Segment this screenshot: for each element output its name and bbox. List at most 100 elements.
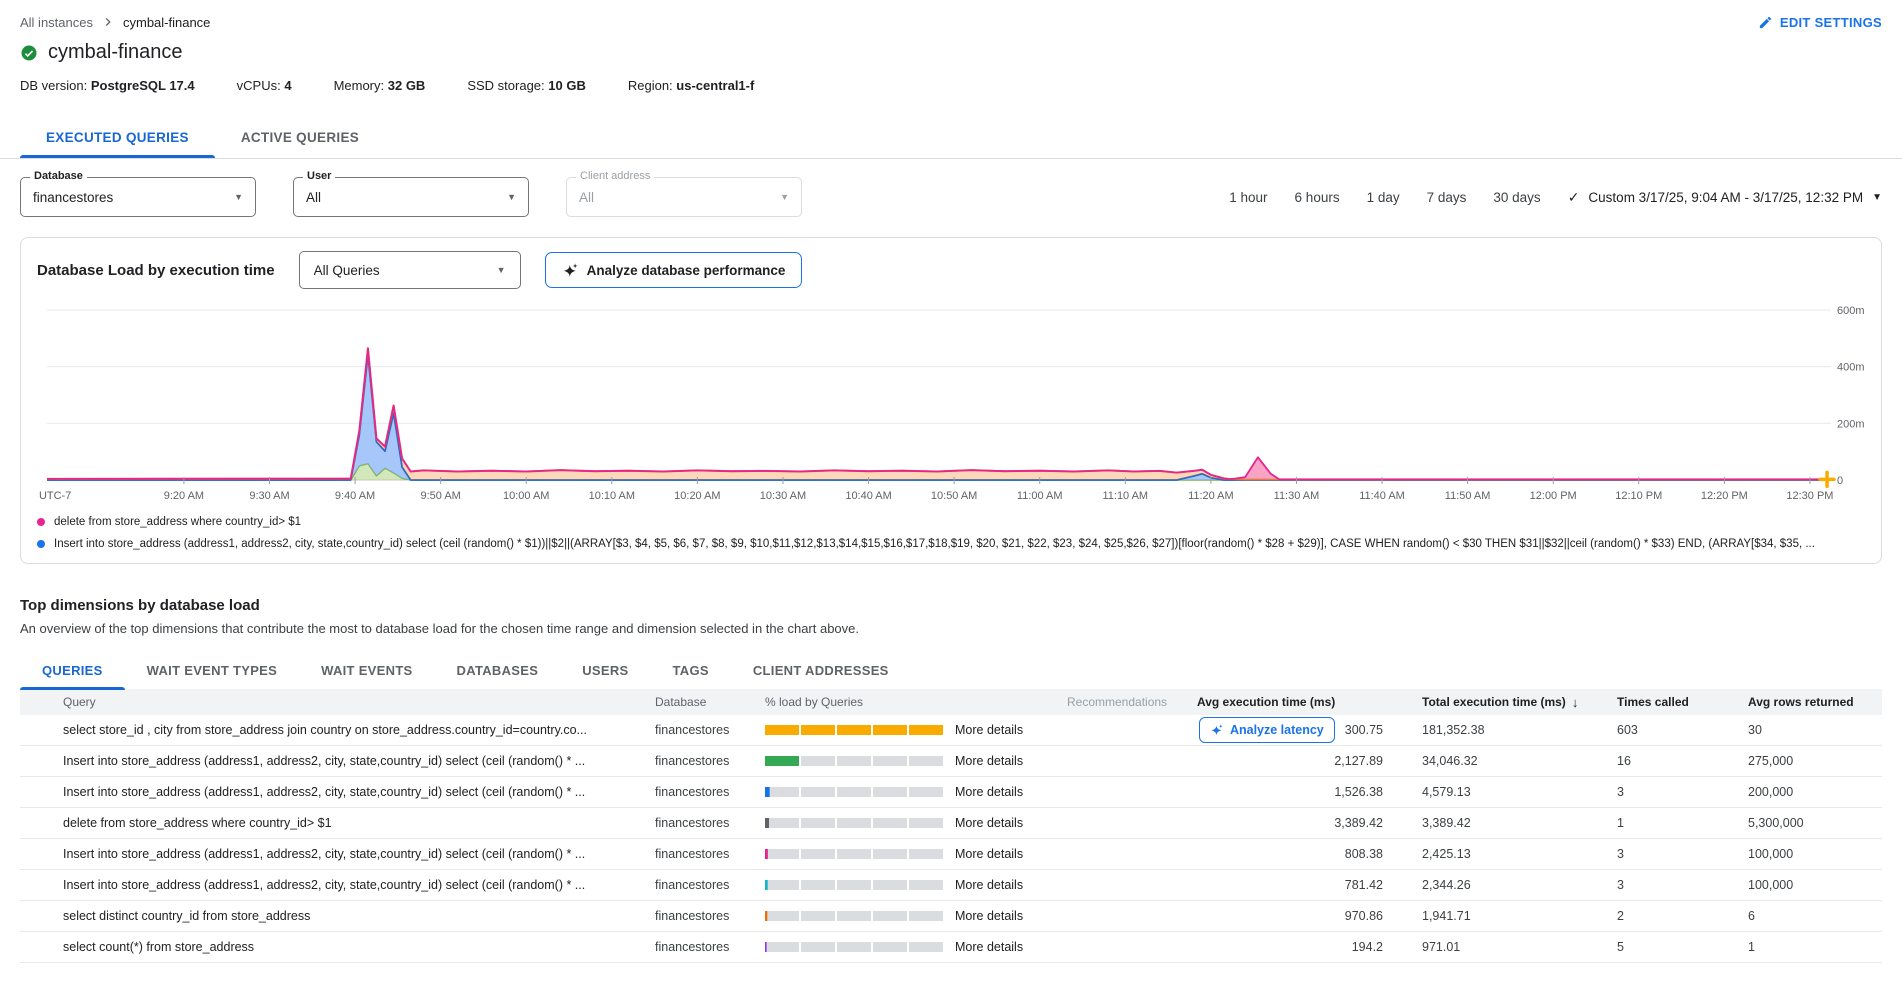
breadcrumb-current: cymbal-finance xyxy=(123,15,210,30)
tab-databases[interactable]: DATABASES xyxy=(435,652,561,689)
tab-active-queries[interactable]: ACTIVE QUERIES xyxy=(215,117,385,158)
more-details-link[interactable]: More details xyxy=(955,940,1023,954)
tab-tags[interactable]: TAGS xyxy=(651,652,731,689)
sort-avg-exec[interactable]: Avg execution time (ms) xyxy=(1197,695,1397,709)
legend-dot-blue xyxy=(37,540,45,548)
database-load-chart[interactable]: 600ms400ms200ms09:20 AM9:30 AM9:40 AM9:5… xyxy=(37,297,1865,509)
svg-text:UTC-7: UTC-7 xyxy=(39,490,71,502)
more-details-link[interactable]: More details xyxy=(955,847,1023,861)
analyze-database-performance-button[interactable]: Analyze database performance xyxy=(545,252,803,288)
table-row[interactable]: Insert into store_address (address1, add… xyxy=(20,870,1882,901)
query-text: Insert into store_address (address1, add… xyxy=(20,754,655,768)
svg-text:12:00 PM: 12:00 PM xyxy=(1530,490,1577,502)
spark-icon xyxy=(1210,723,1224,737)
analyze-latency-button[interactable]: Analyze latency xyxy=(1199,717,1335,743)
time-chip-1-day[interactable]: 1 day xyxy=(1367,190,1400,205)
more-details-link[interactable]: More details xyxy=(955,723,1023,737)
query-text: Insert into store_address (address1, add… xyxy=(20,878,655,892)
caret-down-icon: ▼ xyxy=(780,192,789,202)
query-text: select store_id , city from store_addres… xyxy=(20,723,655,737)
sort-total-exec[interactable]: Total execution time (ms) ↓ xyxy=(1397,695,1592,710)
table-row[interactable]: select distinct country_id from store_ad… xyxy=(20,901,1882,932)
custom-time-range[interactable]: ✓ Custom 3/17/25, 9:04 AM - 3/17/25, 12:… xyxy=(1568,189,1882,206)
table-header-row: Query Database % load by Queries Recomme… xyxy=(20,689,1882,715)
svg-text:200ms: 200ms xyxy=(1837,418,1865,430)
svg-text:10:20 AM: 10:20 AM xyxy=(674,490,720,502)
caret-down-icon: ▼ xyxy=(497,265,506,275)
svg-text:10:10 AM: 10:10 AM xyxy=(589,490,635,502)
database-load-card: Database Load by execution time All Quer… xyxy=(20,237,1882,564)
svg-text:9:30 AM: 9:30 AM xyxy=(249,490,289,502)
time-range-selector: 1 hour 6 hours 1 day 7 days 30 days ✓ Cu… xyxy=(1229,189,1882,206)
tab-wait-events[interactable]: WAIT EVENTS xyxy=(299,652,434,689)
table-row[interactable]: delete from store_address where country_… xyxy=(20,808,1882,839)
table-row[interactable]: select store_id , city from store_addres… xyxy=(20,715,1882,746)
status-ok-icon xyxy=(20,44,38,62)
svg-text:11:10 AM: 11:10 AM xyxy=(1102,490,1148,502)
svg-text:12:10 PM: 12:10 PM xyxy=(1615,490,1662,502)
svg-text:0: 0 xyxy=(1837,475,1843,487)
legend-item[interactable]: delete from store_address where country_… xyxy=(37,511,1865,533)
meta-db-version: DB version: PostgreSQL 17.4 xyxy=(20,78,195,93)
svg-text:11:50 AM: 11:50 AM xyxy=(1445,490,1491,502)
load-bar xyxy=(765,911,945,921)
top-dimensions-title: Top dimensions by database load xyxy=(20,597,1882,614)
meta-vcpus: vCPUs: 4 xyxy=(237,78,292,93)
load-bar xyxy=(765,756,945,766)
more-details-link[interactable]: More details xyxy=(955,816,1023,830)
breadcrumb-all-instances[interactable]: All instances xyxy=(20,15,93,30)
time-chip-7-days[interactable]: 7 days xyxy=(1427,190,1467,205)
svg-text:600ms: 600ms xyxy=(1837,305,1865,317)
load-bar xyxy=(765,942,945,952)
query-text: Insert into store_address (address1, add… xyxy=(20,785,655,799)
load-bar xyxy=(765,880,945,890)
top-dimensions-subtitle: An overview of the top dimensions that c… xyxy=(20,621,1882,636)
table-row[interactable]: Insert into store_address (address1, add… xyxy=(20,839,1882,870)
more-details-link[interactable]: More details xyxy=(955,878,1023,892)
user-filter[interactable]: User All ▼ xyxy=(293,177,529,217)
client-address-filter: Client address All ▼ xyxy=(566,177,802,217)
more-details-link[interactable]: More details xyxy=(955,785,1023,799)
sort-avg-rows[interactable]: Avg rows returned xyxy=(1723,695,1882,709)
svg-text:10:40 AM: 10:40 AM xyxy=(845,490,891,502)
svg-text:11:00 AM: 11:00 AM xyxy=(1017,490,1063,502)
spark-icon xyxy=(562,262,579,279)
edit-settings-button[interactable]: EDIT SETTINGS xyxy=(1758,15,1882,30)
query-filter-dropdown[interactable]: All Queries ▼ xyxy=(299,251,521,289)
load-bar xyxy=(765,818,945,828)
table-row[interactable]: Insert into store_address (address1, add… xyxy=(20,746,1882,777)
time-chip-1-hour[interactable]: 1 hour xyxy=(1229,190,1267,205)
query-mode-tabs: EXECUTED QUERIES ACTIVE QUERIES xyxy=(0,117,1902,159)
meta-region: Region: us-central1-f xyxy=(628,78,754,93)
tab-client-addresses[interactable]: CLIENT ADDRESSES xyxy=(731,652,911,689)
query-text: Insert into store_address (address1, add… xyxy=(20,847,655,861)
time-chip-6-hours[interactable]: 6 hours xyxy=(1295,190,1340,205)
more-details-link[interactable]: More details xyxy=(955,754,1023,768)
svg-text:10:50 AM: 10:50 AM xyxy=(931,490,977,502)
caret-down-icon: ▼ xyxy=(1872,192,1882,203)
sort-desc-icon: ↓ xyxy=(1572,695,1579,710)
tab-users[interactable]: USERS xyxy=(560,652,650,689)
meta-ssd: SSD storage: 10 GB xyxy=(467,78,586,93)
tab-executed-queries[interactable]: EXECUTED QUERIES xyxy=(20,117,215,158)
time-chip-30-days[interactable]: 30 days xyxy=(1493,190,1540,205)
svg-text:10:00 AM: 10:00 AM xyxy=(503,490,549,502)
table-row[interactable]: Insert into store_address (address1, add… xyxy=(20,777,1882,808)
table-row[interactable]: select count(*) from store_address finan… xyxy=(20,932,1882,963)
legend-item[interactable]: Insert into store_address (address1, add… xyxy=(37,533,1865,555)
tab-queries[interactable]: QUERIES xyxy=(20,652,125,689)
svg-text:12:20 PM: 12:20 PM xyxy=(1701,490,1748,502)
dimension-tabs: QUERIES WAIT EVENT TYPES WAIT EVENTS DAT… xyxy=(20,652,1882,689)
database-filter[interactable]: Database financestores ▼ xyxy=(20,177,256,217)
legend-dot-pink xyxy=(37,518,45,526)
sort-times-called[interactable]: Times called xyxy=(1592,695,1723,709)
svg-text:9:20 AM: 9:20 AM xyxy=(164,490,204,502)
load-bar xyxy=(765,725,945,735)
instance-meta: DB version: PostgreSQL 17.4 vCPUs: 4 Mem… xyxy=(0,64,1902,93)
svg-text:11:40 AM: 11:40 AM xyxy=(1359,490,1405,502)
svg-text:10:30 AM: 10:30 AM xyxy=(760,490,806,502)
more-details-link[interactable]: More details xyxy=(955,909,1023,923)
tab-wait-event-types[interactable]: WAIT EVENT TYPES xyxy=(125,652,299,689)
caret-down-icon: ▼ xyxy=(234,192,243,202)
breadcrumb: All instances cymbal-finance EDIT SETTIN… xyxy=(0,0,1902,30)
